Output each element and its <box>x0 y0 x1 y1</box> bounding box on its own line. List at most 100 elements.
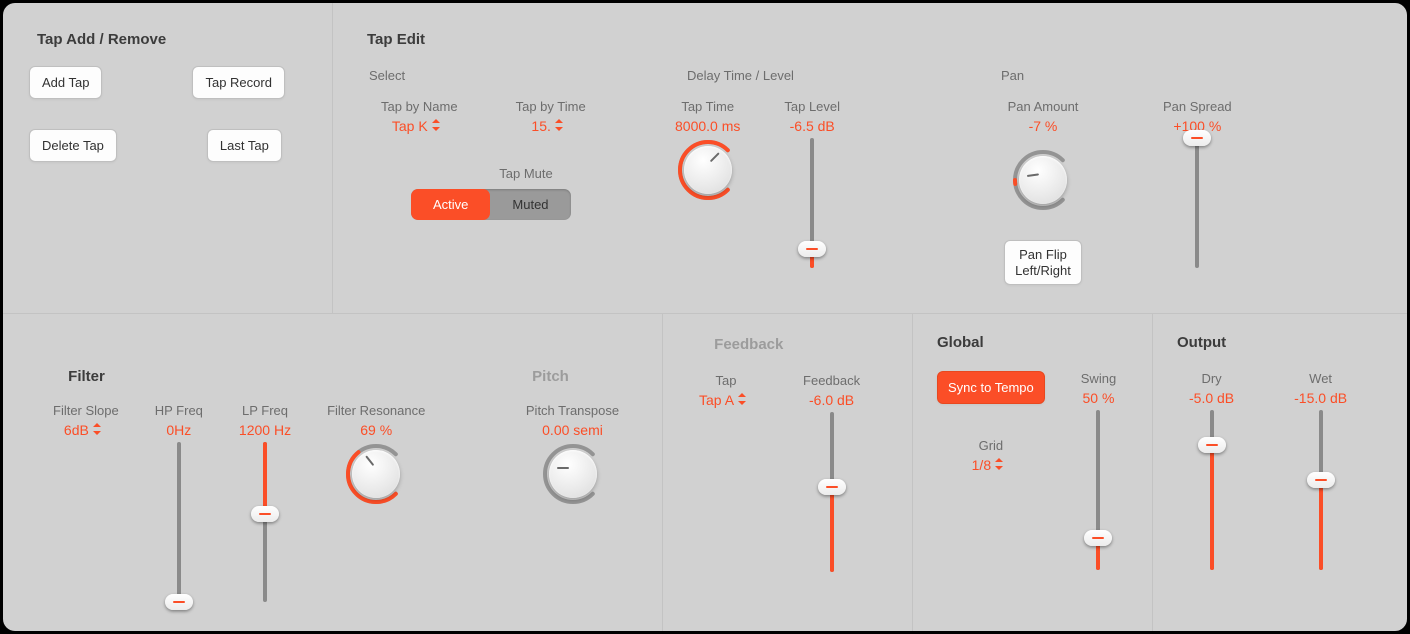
dry-label: Dry <box>1189 371 1234 386</box>
feedback-amount-slider[interactable] <box>830 412 834 572</box>
stepper-icon <box>93 423 102 435</box>
pan-amount-label: Pan Amount <box>1008 99 1079 114</box>
sync-to-tempo-button[interactable]: Sync to Tempo <box>937 371 1045 404</box>
wet-label: Wet <box>1294 371 1347 386</box>
tap-by-name[interactable]: Tap by Name Tap K <box>381 99 458 134</box>
tap-by-time-value: 15. <box>531 118 550 134</box>
hp-freq-slider[interactable] <box>177 442 181 602</box>
filter-res-value: 69 % <box>327 422 425 438</box>
tap-time-knob[interactable] <box>676 138 740 202</box>
feedback-amount-control: Feedback-6.0 dB <box>803 373 860 572</box>
tap-time-control: Tap Time 8000.0 ms <box>675 99 740 202</box>
wet-slider[interactable] <box>1319 410 1323 570</box>
pitch-transpose-knob[interactable] <box>541 442 605 506</box>
filter-slope-label: Filter Slope <box>53 403 119 418</box>
pitch-transpose-value: 0.00 semi <box>526 422 619 438</box>
feedback-tap-label: Tap <box>699 373 753 388</box>
grid-label: Grid <box>972 438 1010 453</box>
filter-title: Filter <box>68 368 105 385</box>
pan-flip-line1: Pan Flip <box>1019 247 1067 262</box>
bottom-row: Filter Filter Slope 6dB HP Freq 0Hz LP Fr… <box>3 314 1407 631</box>
tap-level-label: Tap Level <box>784 99 840 114</box>
tap-record-button[interactable]: Tap Record <box>192 66 284 99</box>
feedback-power-icon[interactable] <box>687 336 702 351</box>
plugin-window: Tap Add / Remove Add Tap Tap Record Dele… <box>3 3 1407 631</box>
pan-spread-slider[interactable] <box>1195 138 1199 268</box>
pitch-group: Pitch Pitch Transpose 0.00 semi <box>491 326 644 506</box>
tap-level-control: Tap Level -6.5 dB <box>784 99 840 268</box>
swing-value: 50 % <box>1081 390 1116 406</box>
swing-slider[interactable] <box>1096 410 1100 570</box>
tap-time-value: 8000.0 ms <box>675 118 740 134</box>
global-title: Global <box>937 334 1134 351</box>
tap-by-time-label: Tap by Time <box>516 99 586 114</box>
section-global: Global Sync to Tempo Grid 1/8 Swing 50 % <box>913 314 1153 631</box>
tap-mute-active[interactable]: Active <box>411 189 490 220</box>
wet-control: Wet -15.0 dB <box>1294 371 1347 570</box>
dry-control: Dry-5.0 dB <box>1189 371 1234 570</box>
pan-spread-label: Pan Spread <box>1163 99 1232 114</box>
feedback-title: Feedback <box>714 336 783 353</box>
top-row: Tap Add / Remove Add Tap Tap Record Dele… <box>3 3 1407 314</box>
stepper-icon <box>738 393 747 405</box>
section-output: Output Dry-5.0 dB Wet -15.0 dB <box>1153 314 1407 631</box>
lp-freq-slider[interactable] <box>263 442 267 602</box>
grid-value: 1/8 <box>972 457 991 473</box>
filter-res-label: Filter Resonance <box>327 403 425 418</box>
stepper-icon <box>432 119 441 131</box>
delete-tap-button[interactable]: Delete Tap <box>29 129 117 162</box>
tap-mute-muted[interactable]: Muted <box>490 189 570 220</box>
stepper-icon <box>555 119 564 131</box>
pan-amount-knob[interactable] <box>1011 148 1075 212</box>
tap-mute-toggle[interactable]: Active Muted <box>411 189 571 220</box>
lp-freq-control: LP Freq 1200 Hz <box>239 403 291 602</box>
tap-add-remove-title: Tap Add / Remove <box>37 31 314 48</box>
filter-res-control: Filter Resonance 69 % <box>327 403 425 506</box>
pan-title: Pan <box>1001 68 1389 83</box>
filter-group: Filter Filter Slope 6dB HP Freq 0Hz LP Fr… <box>21 326 491 602</box>
tap-by-name-label: Tap by Name <box>381 99 458 114</box>
grid-select[interactable]: Grid 1/8 <box>972 438 1010 473</box>
wet-value: -15.0 dB <box>1294 390 1347 406</box>
pitch-transpose-control: Pitch Transpose 0.00 semi <box>501 403 644 506</box>
feedback-tap-value: Tap A <box>699 392 734 408</box>
hp-freq-label: HP Freq <box>155 403 203 418</box>
hp-freq-control: HP Freq 0Hz <box>155 403 203 602</box>
filter-slope-value: 6dB <box>64 422 89 438</box>
pan-flip-button[interactable]: Pan Flip Left/Right <box>1004 240 1082 285</box>
pitch-transpose-label: Pitch Transpose <box>526 403 619 418</box>
pitch-power-icon[interactable] <box>505 368 520 383</box>
last-tap-button[interactable]: Last Tap <box>207 129 282 162</box>
filter-slope[interactable]: Filter Slope 6dB <box>53 403 119 438</box>
hp-freq-value: 0Hz <box>155 422 203 438</box>
delay-title: Delay Time / Level <box>687 68 961 83</box>
pan-flip-line2: Left/Right <box>1015 263 1071 278</box>
tap-edit-select: Select Tap by Name Tap K Tap by Time 15.… <box>351 62 651 220</box>
feedback-amount-label: Feedback <box>803 373 860 388</box>
swing-control: Swing 50 % <box>1081 371 1116 570</box>
swing-label: Swing <box>1081 371 1116 386</box>
tap-by-name-value: Tap K <box>392 118 428 134</box>
lp-freq-value: 1200 Hz <box>239 422 291 438</box>
section-feedback: Feedback Tap Tap A Feedback-6.0 dB <box>663 314 913 631</box>
add-tap-button[interactable]: Add Tap <box>29 66 102 99</box>
section-filter-pitch: Filter Filter Slope 6dB HP Freq 0Hz LP Fr… <box>3 314 663 631</box>
tap-edit-pan: Pan Pan Amount -7 % Pan Flip Left/Right <box>961 62 1389 285</box>
output-title: Output <box>1177 334 1389 351</box>
tap-level-slider[interactable] <box>810 138 814 268</box>
pan-amount-value: -7 % <box>1008 118 1079 134</box>
lp-freq-label: LP Freq <box>239 403 291 418</box>
filter-power-icon[interactable] <box>41 368 56 383</box>
pitch-title: Pitch <box>532 368 569 385</box>
section-tap-add-remove: Tap Add / Remove Add Tap Tap Record Dele… <box>3 3 333 313</box>
pan-spread-control: Pan Spread +100 % <box>1163 99 1232 268</box>
tap-level-value: -6.5 dB <box>784 118 840 134</box>
tap-by-time[interactable]: Tap by Time 15. <box>516 99 586 134</box>
feedback-tap[interactable]: Tap Tap A <box>699 373 753 408</box>
select-title: Select <box>369 68 651 83</box>
tap-time-label: Tap Time <box>675 99 740 114</box>
filter-res-knob[interactable] <box>344 442 408 506</box>
dry-slider[interactable] <box>1210 410 1214 570</box>
section-tap-edit: Tap Edit Select Tap by Name Tap K Tap by… <box>333 3 1407 313</box>
tap-mute-label: Tap Mute <box>401 166 651 181</box>
